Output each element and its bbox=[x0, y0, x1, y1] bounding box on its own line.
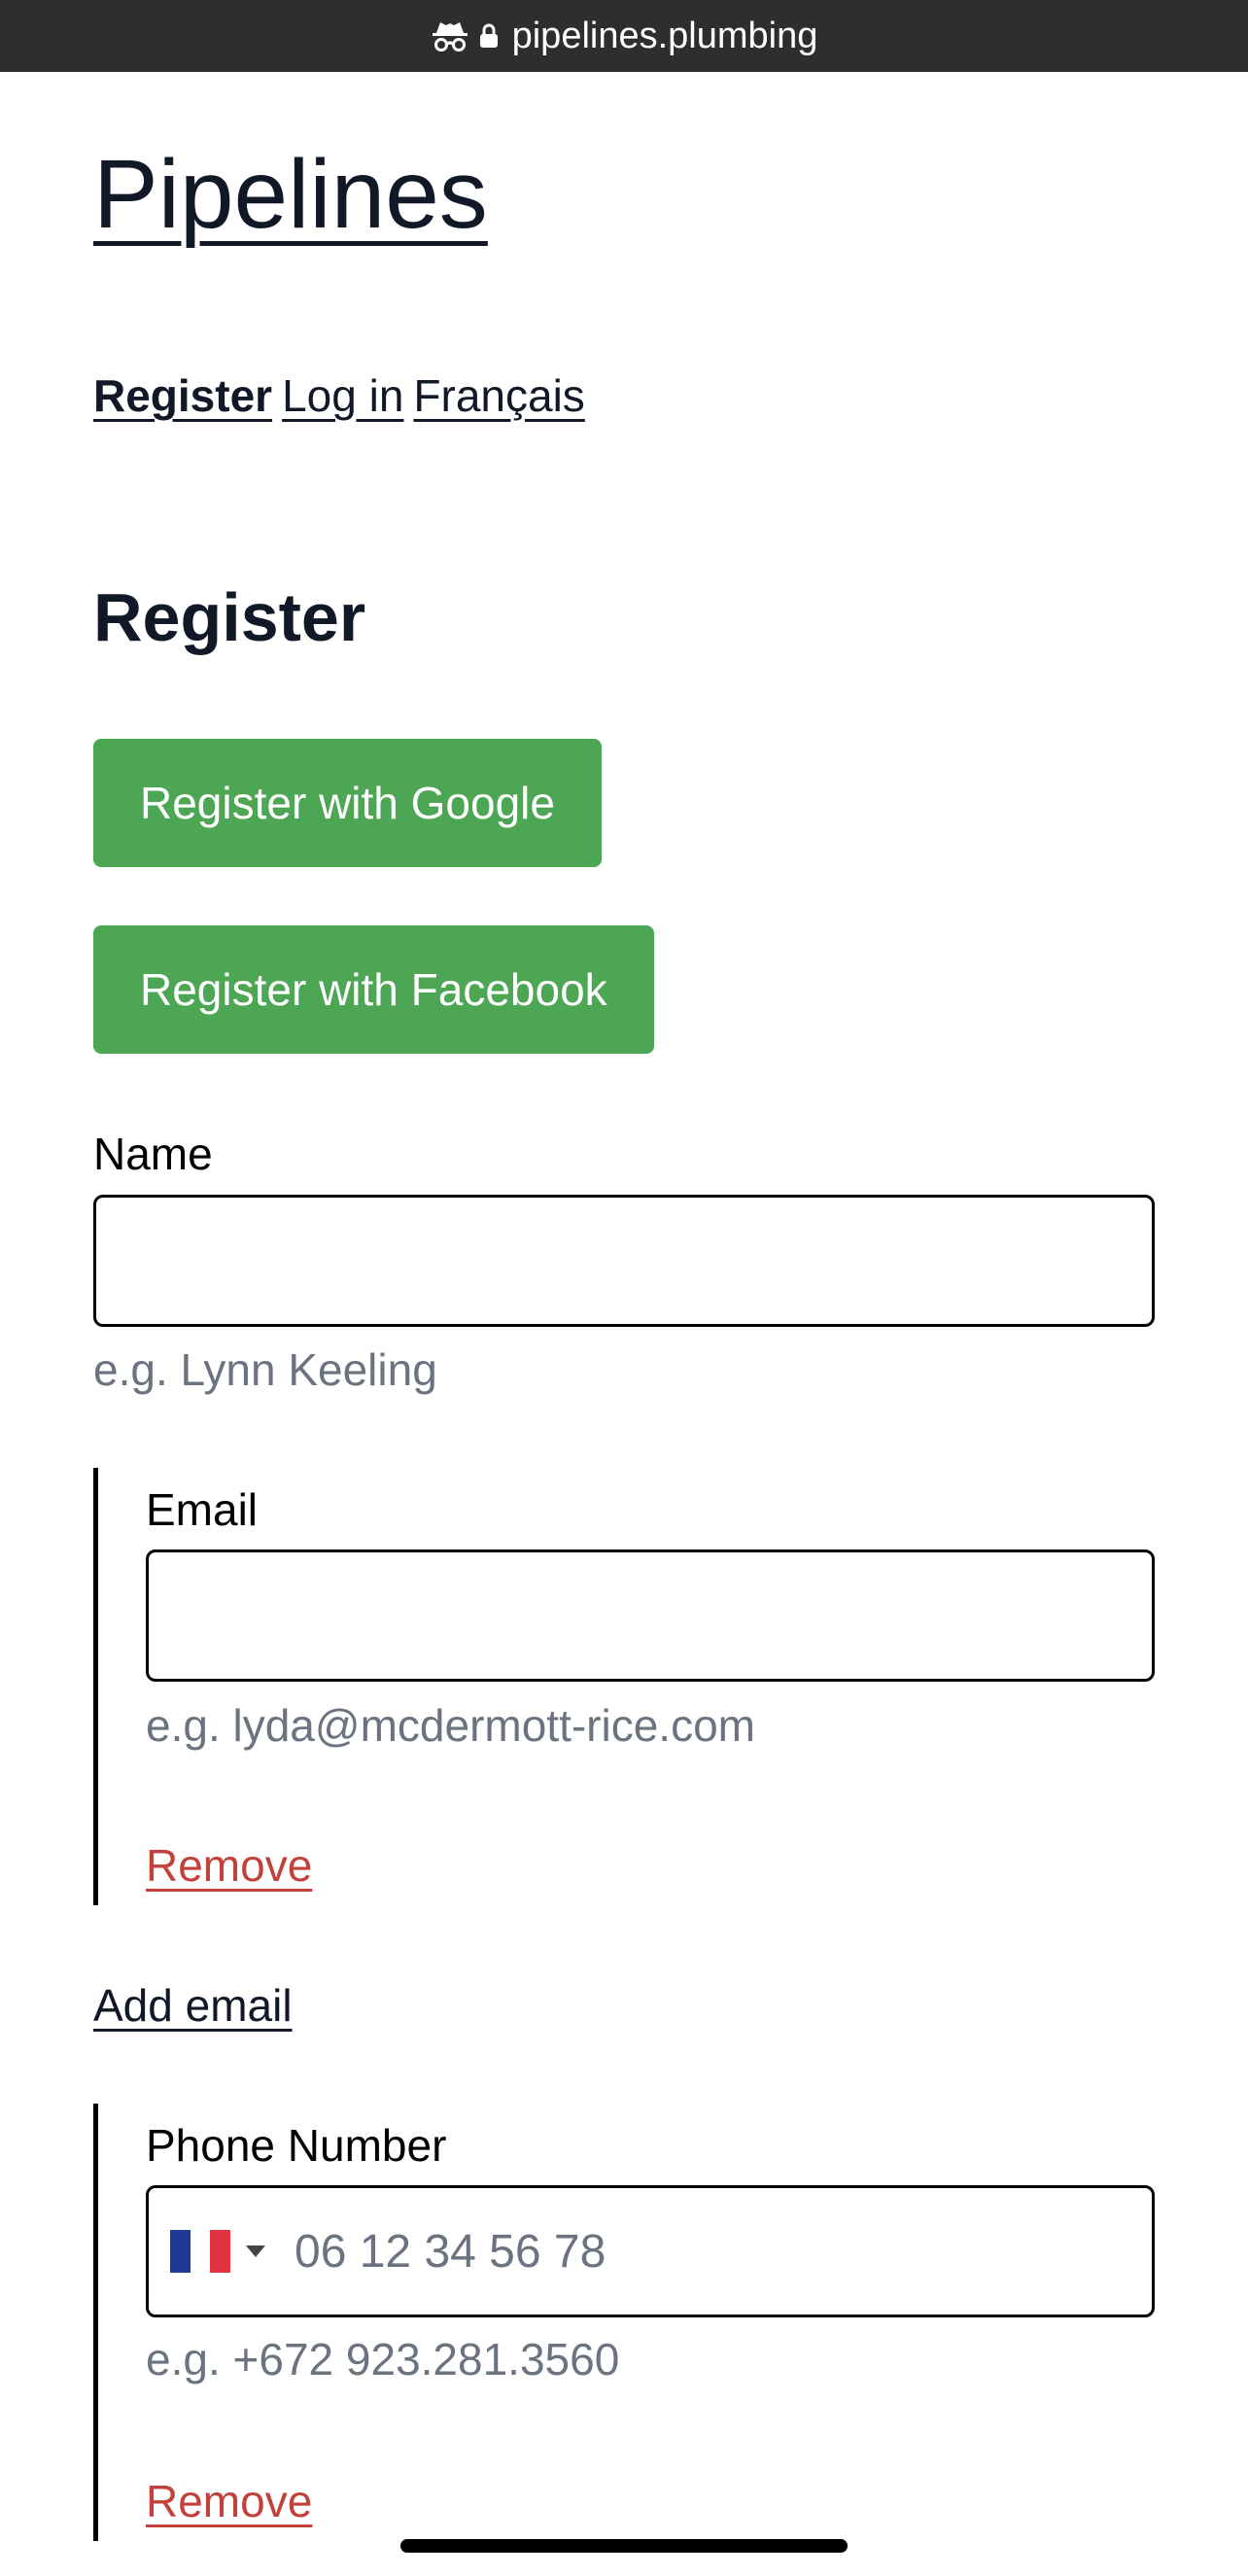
main-nav: Register Log in Français bbox=[93, 369, 595, 422]
name-label: Name bbox=[93, 1129, 213, 1179]
register-facebook-button[interactable]: Register with Facebook bbox=[93, 925, 654, 1054]
phone-input[interactable] bbox=[293, 2223, 1074, 2280]
phone-field bbox=[146, 2185, 1155, 2317]
remove-phone-link[interactable]: Remove bbox=[146, 2475, 312, 2527]
lock-icon bbox=[479, 23, 498, 48]
register-google-button[interactable]: Register with Google bbox=[93, 739, 602, 867]
nav-register-link[interactable]: Register bbox=[93, 370, 272, 421]
chevron-down-icon[interactable] bbox=[246, 2245, 265, 2257]
email-hint: e.g. lyda@mcdermott-rice.com bbox=[146, 1700, 755, 1751]
site-title-link[interactable]: Pipelines bbox=[93, 146, 488, 243]
phone-label: Phone Number bbox=[146, 2120, 447, 2171]
home-indicator bbox=[400, 2539, 848, 2553]
add-email-link[interactable]: Add email bbox=[93, 1979, 293, 2032]
france-flag-icon[interactable] bbox=[170, 2230, 231, 2273]
incognito-icon bbox=[432, 22, 468, 52]
browser-url-bar[interactable]: pipelines.plumbing bbox=[0, 0, 1248, 72]
email-label: Email bbox=[146, 1484, 259, 1535]
remove-email-link[interactable]: Remove bbox=[146, 1839, 312, 1892]
name-hint: e.g. Lynn Keeling bbox=[93, 1344, 437, 1395]
email-group-bar bbox=[93, 1468, 98, 1905]
nav-language-link[interactable]: Français bbox=[413, 370, 584, 421]
nav-login-link[interactable]: Log in bbox=[282, 370, 403, 421]
phone-group-bar bbox=[93, 2104, 98, 2541]
page-heading: Register bbox=[93, 579, 366, 655]
name-input[interactable] bbox=[93, 1195, 1155, 1327]
url-text: pipelines.plumbing bbox=[511, 15, 818, 56]
email-input[interactable] bbox=[146, 1549, 1155, 1682]
phone-hint: e.g. +672 923.281.3560 bbox=[146, 2334, 620, 2385]
